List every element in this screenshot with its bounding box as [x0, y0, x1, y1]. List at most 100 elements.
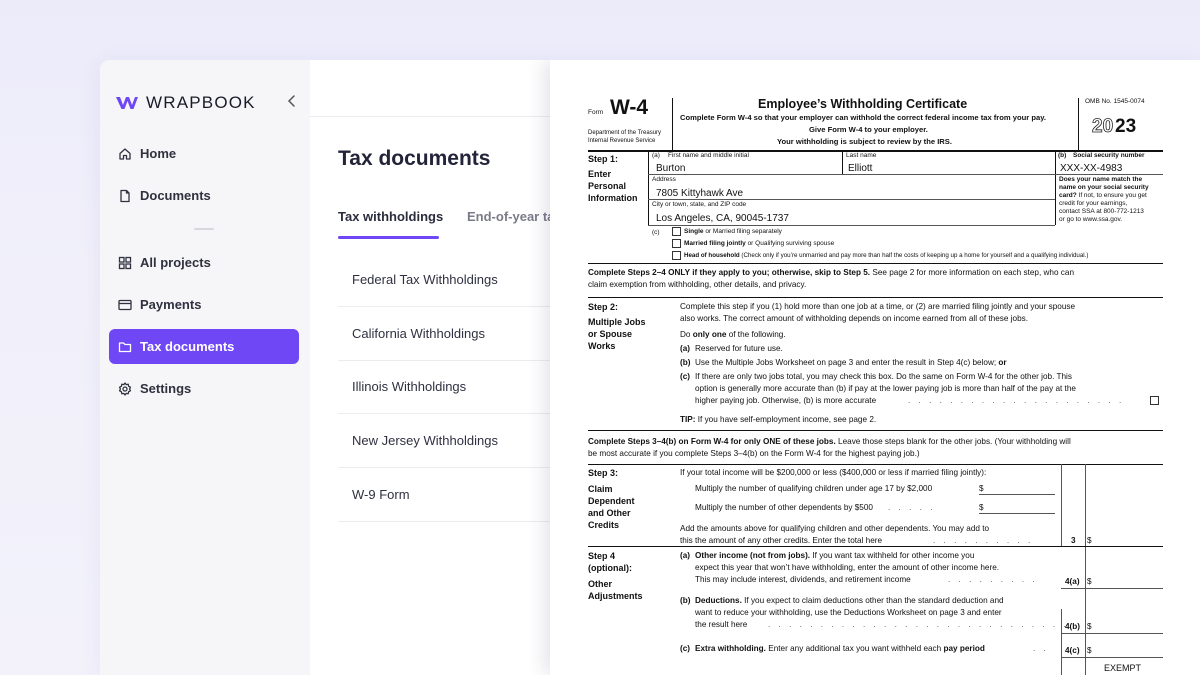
sidebar-item-home[interactable]: Home [109, 136, 299, 171]
ssn-value[interactable]: XXX-XX-4983 [1060, 163, 1122, 174]
step4-b-key: (b) [680, 596, 691, 605]
step4-c-bold-2: pay period [943, 644, 985, 653]
sidebar-item-tax-documents[interactable]: Tax documents [109, 329, 299, 364]
step4-c-text: Enter any additional tax you want withhe… [765, 644, 944, 653]
filing-single-label: Single [684, 228, 704, 235]
form-year-outline: 20 [1092, 116, 1114, 138]
sidebar-divider [194, 228, 214, 230]
sidebar-item-label: All projects [140, 255, 211, 270]
address-value[interactable]: 7805 Kittyhawk Ave [656, 188, 743, 199]
document-icon [120, 189, 130, 202]
last-name-value[interactable]: Elliott [848, 163, 872, 174]
step2-b-key: (b) [680, 358, 691, 367]
step3-line-number: 3 [1071, 536, 1076, 545]
step4-a-bold: Other income (not from jobs). [695, 551, 811, 560]
sidebar: WRAPBOOK Home Documents All projects Pay… [100, 60, 310, 675]
form-subtitle-2: Give Form W-4 to your employer. [809, 125, 928, 134]
step3-text-5: this the amount of any other credits. En… [680, 536, 883, 545]
step4-a-key: (a) [680, 551, 691, 560]
notice-bold: Complete Steps 2–4 ONLY if they apply to… [588, 268, 871, 277]
name-match-note-6: or go to www.ssa.gov. [1059, 216, 1123, 223]
dot-leader: . . . . . [888, 503, 936, 512]
sidebar-item-settings[interactable]: Settings [109, 371, 299, 406]
sidebar-item-label: Documents [140, 188, 211, 203]
name-match-note-3b: If not, to ensure you get [1076, 192, 1147, 199]
list-item-w9[interactable]: W-9 Form [338, 468, 550, 522]
first-name-value[interactable]: Burton [656, 163, 685, 174]
filing-hoh-rest: (Check only if you’re unmarried and pay … [739, 252, 1089, 259]
sidebar-item-all-projects[interactable]: All projects [109, 245, 299, 280]
list-item-california[interactable]: California Withholdings [338, 307, 550, 361]
two-jobs-checkbox[interactable] [1150, 396, 1159, 405]
form-subtitle-1: Complete Form W-4 so that your employer … [680, 113, 1046, 122]
step3-dependents-dollar: $ [979, 503, 984, 512]
sidebar-item-payments[interactable]: Payments [109, 287, 299, 322]
name-match-note-1: Does your name match the [1059, 176, 1143, 183]
step3-line2: Claim [588, 484, 613, 494]
form-title: Employee’s Withholding Certificate [758, 97, 968, 111]
sidebar-item-label: Tax documents [140, 339, 235, 354]
step3-text-2: Multiply the number of qualifying childr… [695, 484, 933, 493]
step4-a-text-2: expect this year that won’t have withhol… [695, 563, 1000, 572]
address-label: Address [652, 176, 676, 183]
dot-leader: . . . . . . . . . . . . . . . . . . . . … [768, 620, 1069, 629]
filing-hoh-checkbox[interactable] [672, 251, 681, 260]
filing-married-label: Married filing jointly [684, 240, 746, 247]
step4-line3: Other [588, 579, 613, 589]
list-item-illinois[interactable]: Illinois Withholdings [338, 360, 550, 414]
step2-b-text: Use the Multiple Jobs Worksheet on page … [695, 358, 999, 367]
step4-c-line-number: 4(c) [1065, 646, 1080, 655]
page-title: Tax documents [338, 147, 491, 170]
step2-c-text-1: If there are only two jobs total, you ma… [695, 372, 1072, 381]
step2-b-or: or [998, 358, 1007, 367]
step3-children-dollar: $ [979, 484, 984, 493]
dot-leader: . . . . . . . . . . [933, 536, 1034, 545]
tab-end-of-year[interactable]: End-of-year ta [467, 209, 554, 224]
field-c-key: (c) [652, 229, 660, 236]
step2-text-1: Complete this step if you (1) hold more … [680, 302, 1076, 311]
step2-text-2: also works. The correct amount of withho… [680, 314, 1029, 323]
step4-a-dollar: $ [1087, 577, 1092, 586]
step2-a-text: Reserved for future use. [695, 344, 783, 353]
notice3-line-2: be most accurate if you complete Steps 3… [588, 449, 920, 458]
step3-total-dollar: $ [1087, 536, 1092, 545]
step2-line4: Works [588, 341, 616, 351]
step2-a-key: (a) [680, 344, 691, 353]
grid-icon [118, 256, 132, 269]
dot-leader: . . . . . . . . . [948, 575, 1038, 584]
step4-b-text-2: want to reduce your withholding, use the… [695, 608, 1002, 617]
chevron-left-icon[interactable] [286, 94, 298, 108]
sidebar-item-label: Home [140, 146, 177, 161]
document-preview[interactable]: Form W-4 Department of the Treasury Inte… [550, 60, 1200, 675]
header-divider [310, 116, 550, 117]
brand-name: WRAPBOOK [146, 93, 256, 112]
filing-married-checkbox[interactable] [672, 239, 681, 248]
gear-icon [118, 381, 132, 396]
tab-tax-withholdings[interactable]: Tax withholdings [338, 209, 443, 224]
step4-a-text-1: If you want tax withheld for other incom… [810, 551, 975, 560]
dot-leader: . . . . . . . . . . . . . . . . . . . . … [908, 396, 1125, 405]
step2-line3: or Spouse [588, 329, 633, 339]
step3-line4: and Other [588, 508, 631, 518]
list-item-new-jersey[interactable]: New Jersey Withholdings [338, 414, 550, 468]
step4-line2: (optional): [588, 563, 632, 573]
step2-c-key: (c) [680, 372, 691, 381]
step3-text-4: Add the amounts above for qualifying chi… [680, 524, 990, 533]
brand-logo[interactable]: WRAPBOOK [116, 93, 256, 113]
tip-label: TIP: [680, 415, 696, 424]
sidebar-item-documents[interactable]: Documents [109, 178, 299, 213]
omb-number: OMB No. 1545-0074 [1085, 98, 1145, 105]
ssn-label: Social security number [1073, 152, 1145, 159]
notice-line-2: claim exemption from withholding, other … [588, 280, 807, 289]
filing-single-checkbox[interactable] [672, 227, 681, 236]
city-value[interactable]: Los Angeles, CA, 90045-1737 [656, 213, 789, 224]
step4-b-text-1: If you expect to claim deductions other … [741, 596, 1004, 605]
list-item-federal[interactable]: Federal Tax Withholdings [338, 253, 550, 307]
folder-icon [118, 341, 132, 352]
step4-c-dollar: $ [1087, 646, 1092, 655]
dot-leader: . . [1033, 644, 1049, 653]
step4-b-dollar: $ [1087, 622, 1092, 631]
step2-line2: Multiple Jobs [588, 317, 646, 327]
step3-text-1: If your total income will be $200,000 or… [680, 468, 987, 477]
step1-line3: Personal [588, 181, 627, 191]
